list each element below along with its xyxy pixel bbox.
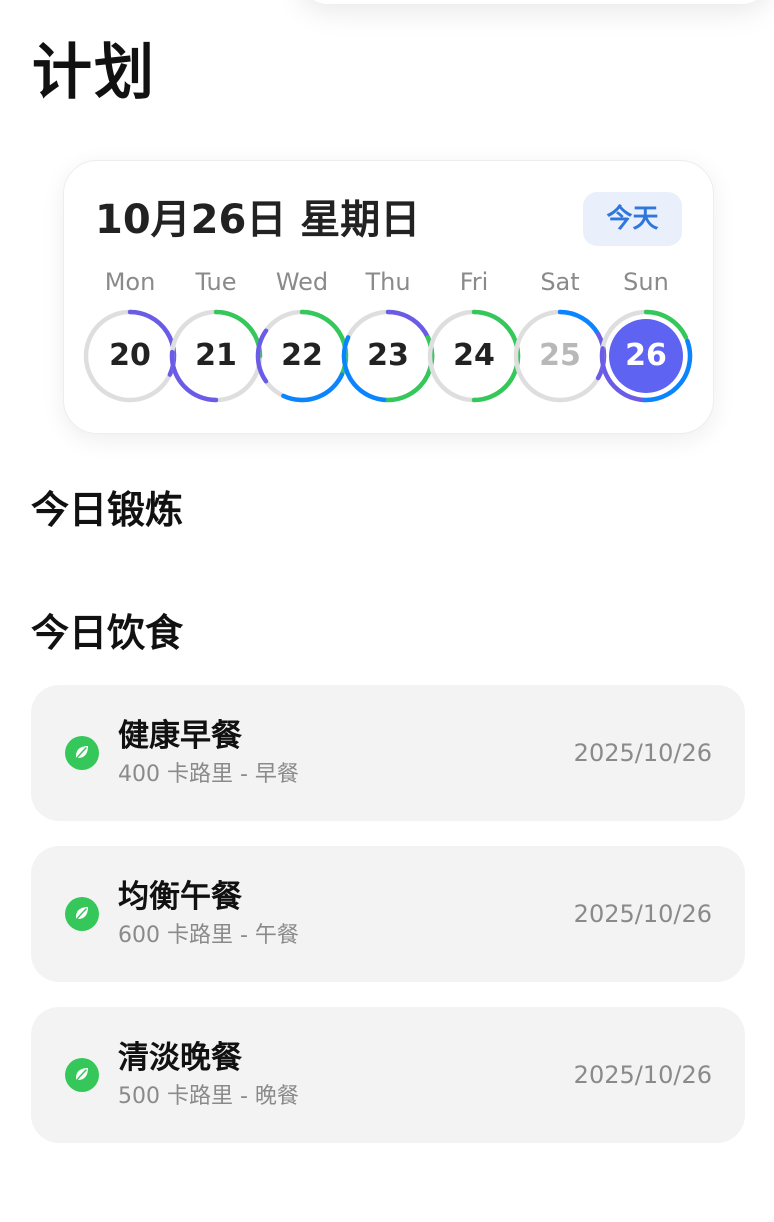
- day-wednesday[interactable]: Wed 22: [253, 265, 351, 411]
- day-label: Sat: [540, 268, 580, 296]
- today-workout-title: 今日锻炼: [31, 488, 184, 532]
- day-monday[interactable]: Mon 20: [81, 265, 179, 411]
- leaf-icon: [65, 897, 99, 931]
- selected-date-title: 10月26日 星期日: [95, 197, 421, 243]
- day-number: 21: [195, 338, 237, 373]
- day-label: Sun: [623, 268, 669, 296]
- meal-calories-type: 400 卡路里 - 早餐: [118, 762, 299, 787]
- day-label: Fri: [459, 268, 489, 296]
- today-button[interactable]: 今天: [583, 192, 682, 246]
- day-label: Thu: [365, 268, 411, 296]
- day-number: 22: [281, 338, 323, 373]
- day-label: Tue: [195, 268, 237, 296]
- meal-date: 2025/10/26: [573, 739, 712, 767]
- day-thursday[interactable]: Thu 23: [339, 265, 437, 411]
- meal-date: 2025/10/26: [573, 1061, 712, 1089]
- meal-date: 2025/10/26: [573, 900, 712, 928]
- page-title: 计划: [32, 38, 156, 108]
- day-label: Mon: [104, 268, 156, 296]
- week-calendar-card: 10月26日 星期日 今天 Mon 20 Tue 21 Wed 22 Thu 2…: [63, 160, 714, 434]
- meal-name: 清淡晚餐: [118, 1040, 242, 1076]
- day-number: 25: [539, 338, 581, 373]
- meal-name: 均衡午餐: [118, 879, 242, 915]
- meal-card-lunch[interactable]: 均衡午餐 600 卡路里 - 午餐 2025/10/26: [31, 846, 745, 982]
- top-sheet-edge: [300, 0, 770, 4]
- day-number: 24: [453, 338, 495, 373]
- day-number: 20: [109, 338, 151, 373]
- leaf-icon: [65, 736, 99, 770]
- day-saturday[interactable]: Sat 25: [511, 265, 609, 411]
- day-number: 23: [367, 338, 409, 373]
- day-number: 26: [625, 338, 667, 373]
- meal-card-dinner[interactable]: 清淡晚餐 500 卡路里 - 晚餐 2025/10/26: [31, 1007, 745, 1143]
- day-friday[interactable]: Fri 24: [425, 265, 523, 411]
- meal-card-breakfast[interactable]: 健康早餐 400 卡路里 - 早餐 2025/10/26: [31, 685, 745, 821]
- meal-name: 健康早餐: [118, 718, 242, 754]
- meal-calories-type: 600 卡路里 - 午餐: [118, 923, 299, 948]
- today-diet-title: 今日饮食: [31, 611, 184, 655]
- day-sunday-selected[interactable]: Sun 26: [597, 265, 695, 411]
- day-label: Wed: [275, 268, 329, 296]
- meal-calories-type: 500 卡路里 - 晚餐: [118, 1084, 299, 1109]
- day-tuesday[interactable]: Tue 21: [167, 265, 265, 411]
- leaf-icon: [65, 1058, 99, 1092]
